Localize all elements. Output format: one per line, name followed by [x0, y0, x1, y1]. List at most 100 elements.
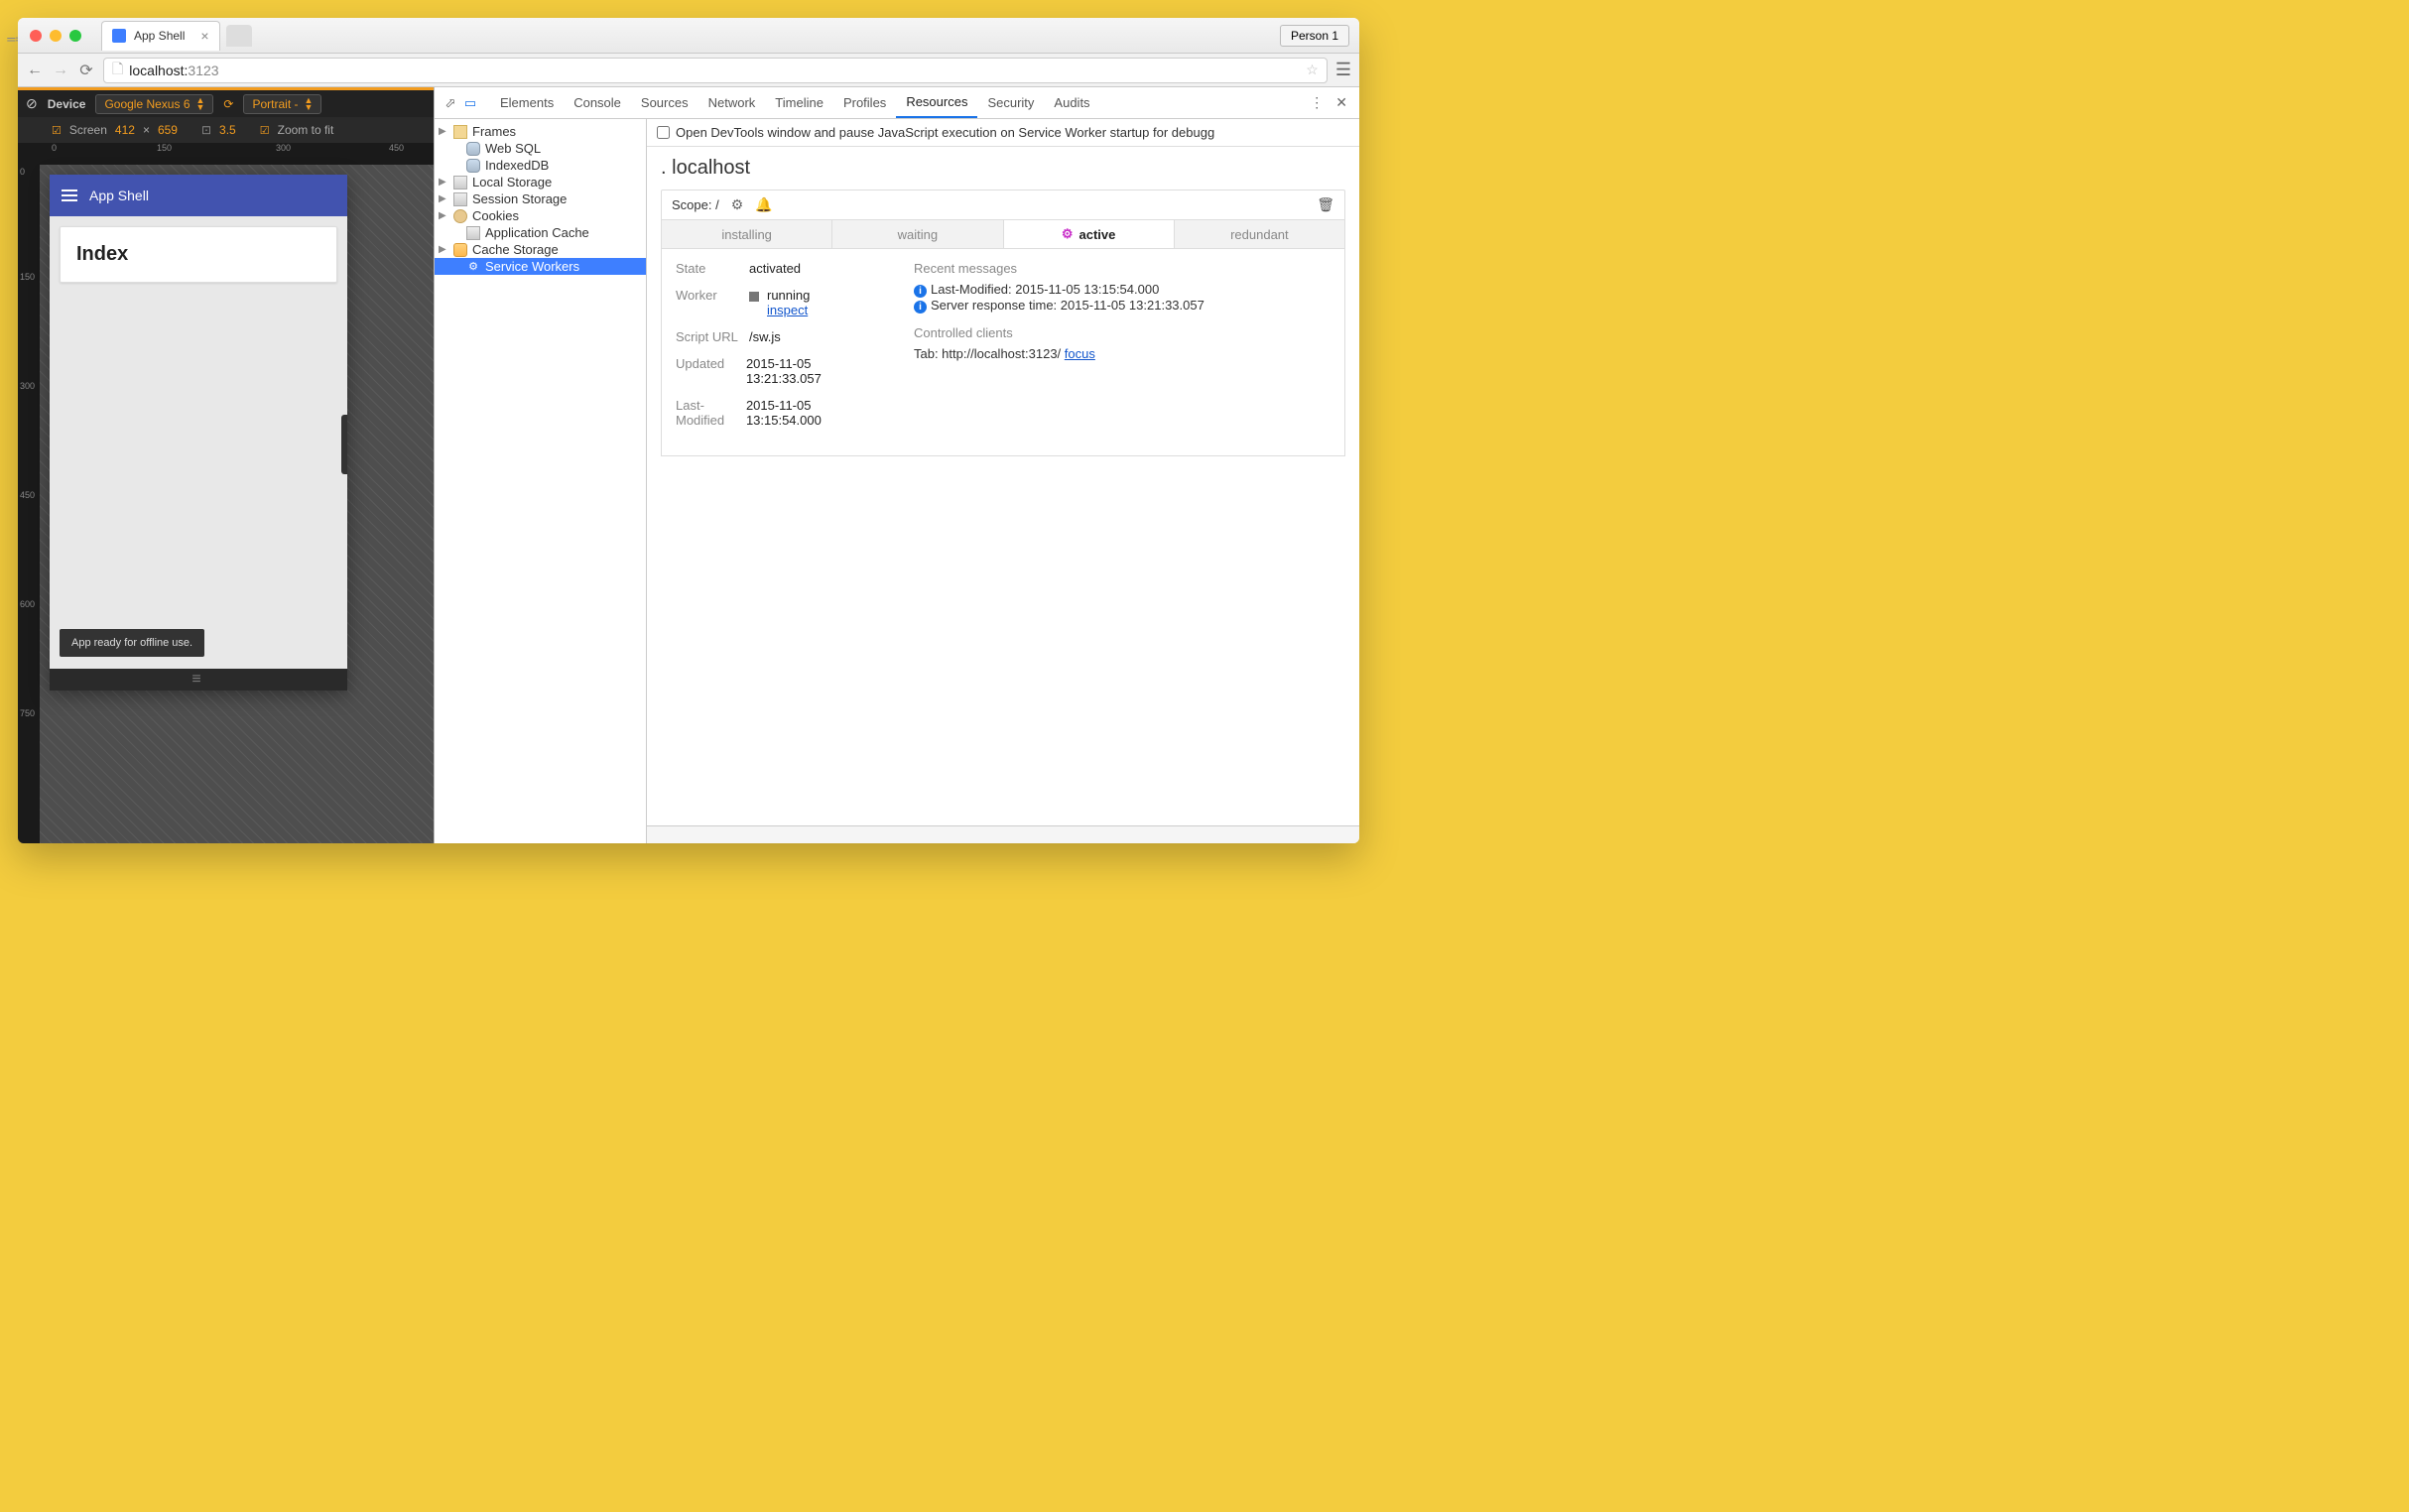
- profile-button[interactable]: Person 1: [1280, 25, 1349, 47]
- tab-resources[interactable]: Resources: [896, 87, 977, 118]
- tree-item-indexeddb[interactable]: IndexedDB: [435, 157, 646, 174]
- trash-icon[interactable]: 🗑: [1317, 196, 1334, 213]
- hamburger-icon[interactable]: [62, 189, 77, 201]
- app-header: App Shell: [50, 175, 347, 216]
- focus-link[interactable]: focus: [1065, 346, 1095, 361]
- tab-timeline[interactable]: Timeline: [765, 87, 833, 118]
- horizontal-ruler: 0 150 300 450: [18, 143, 434, 165]
- network-waterfall-icon[interactable]: ≕: [18, 32, 19, 48]
- back-button[interactable]: ←: [26, 62, 44, 79]
- device-mode-pane: ⊘ Device Google Nexus 6 ▲▼ ⟳ Portrait - …: [18, 87, 435, 843]
- grid-icon: [453, 192, 467, 206]
- no-entry-icon[interactable]: ⊘: [26, 95, 38, 112]
- worker-label: Worker: [676, 288, 749, 303]
- zoom-label: Zoom to fit: [278, 123, 334, 137]
- tab-security[interactable]: Security: [977, 87, 1044, 118]
- pause-on-start-row: Open DevTools window and pause JavaScrip…: [647, 119, 1359, 147]
- screen-bar: ≕ ☑ Screen 412 × 659 ⊡ 3.5 ☑ Zoom to fit: [18, 117, 434, 143]
- tab-console[interactable]: Console: [564, 87, 631, 118]
- sw-tab-active[interactable]: ⚙active: [1004, 220, 1175, 248]
- sw-detail-panel: Stateactivated Worker running inspect Sc…: [661, 249, 1345, 456]
- page-icon: 🗋: [112, 59, 123, 82]
- bookmark-icon[interactable]: ☆: [1306, 62, 1319, 78]
- tree-item-web-sql[interactable]: Web SQL: [435, 140, 646, 157]
- tree-item-application-cache[interactable]: Application Cache: [435, 224, 646, 241]
- tree-item-cookies[interactable]: ▶Cookies: [435, 207, 646, 224]
- screen-width[interactable]: 412: [115, 123, 135, 137]
- sw-tab-redundant[interactable]: redundant: [1175, 220, 1344, 248]
- sw-state-tabs: installing waiting ⚙active redundant: [661, 219, 1345, 249]
- device-label: Device: [48, 97, 86, 111]
- minimize-window-button[interactable]: [50, 30, 62, 42]
- tree-item-cache-storage[interactable]: ▶Cache Storage: [435, 241, 646, 258]
- tree-item-frames[interactable]: ▶Frames: [435, 123, 646, 140]
- lastmod-value: 2015-11-05 13:15:54.000: [746, 398, 884, 428]
- sw-tab-waiting[interactable]: waiting: [832, 220, 1003, 248]
- pause-checkbox[interactable]: [657, 126, 670, 139]
- device-bar: ⊘ Device Google Nexus 6 ▲▼ ⟳ Portrait - …: [18, 87, 434, 117]
- bell-icon[interactable]: 🔔: [755, 196, 772, 213]
- db-icon: [466, 142, 480, 156]
- zoom-checkbox[interactable]: ☑: [260, 124, 270, 137]
- address-bar[interactable]: 🗋 localhost:3123 ☆: [103, 58, 1328, 83]
- tab-elements[interactable]: Elements: [490, 87, 564, 118]
- tab-audits[interactable]: Audits: [1044, 87, 1099, 118]
- close-devtools-icon[interactable]: ✕: [1335, 94, 1347, 111]
- script-url-label: Script URL: [676, 329, 749, 344]
- tab-profiles[interactable]: Profiles: [833, 87, 896, 118]
- stop-icon[interactable]: [749, 292, 759, 302]
- cache-icon: [453, 243, 467, 257]
- recent-message: iServer response time: 2015-11-05 13:21:…: [914, 298, 1331, 314]
- tab-network[interactable]: Network: [698, 87, 766, 118]
- reload-button[interactable]: ⟳: [77, 61, 95, 80]
- screen-height[interactable]: 659: [158, 123, 178, 137]
- sw-origin: . localhost: [647, 147, 1359, 189]
- toast: App ready for offline use.: [60, 629, 204, 657]
- db-icon: [466, 159, 480, 173]
- tree-item-label: IndexedDB: [485, 158, 549, 173]
- window-controls: [18, 30, 93, 42]
- browser-tab[interactable]: App Shell ×: [101, 21, 220, 51]
- device-nav-bar: ≡: [50, 669, 347, 691]
- updated-value: 2015-11-05 13:21:33.057: [746, 356, 884, 386]
- more-icon[interactable]: ⋮: [1310, 94, 1324, 111]
- inspect-element-icon[interactable]: ⬀: [441, 95, 460, 111]
- info-icon: i: [914, 301, 927, 314]
- inspect-link[interactable]: inspect: [767, 303, 808, 317]
- tab-sources[interactable]: Sources: [631, 87, 698, 118]
- tree-item-label: Cache Storage: [472, 242, 559, 257]
- tree-item-label: Web SQL: [485, 141, 541, 156]
- tree-item-local-storage[interactable]: ▶Local Storage: [435, 174, 646, 190]
- gear-icon: ⚙: [466, 260, 480, 274]
- screen-checkbox[interactable]: ☑: [52, 124, 62, 137]
- rotate-icon[interactable]: ⟳: [223, 97, 233, 111]
- info-icon: i: [914, 285, 927, 298]
- close-tab-icon[interactable]: ×: [200, 28, 208, 44]
- content-card: Index: [60, 226, 337, 283]
- tree-item-session-storage[interactable]: ▶Session Storage: [435, 190, 646, 207]
- gear-icon: ⚙: [1062, 226, 1074, 242]
- chevron-updown-icon: ▲▼: [305, 97, 314, 111]
- folder-icon: [453, 125, 467, 139]
- tree-item-service-workers[interactable]: ⚙Service Workers: [435, 258, 646, 275]
- device-stage: App Shell Index App ready for offline us…: [40, 165, 434, 843]
- screen-label: Screen: [69, 123, 107, 137]
- dpr-icon: ⊡: [201, 123, 211, 137]
- orientation-select[interactable]: Portrait - ▲▼: [243, 94, 321, 114]
- tree-item-label: Cookies: [472, 208, 519, 223]
- window-titlebar: App Shell × Person 1: [18, 18, 1359, 54]
- maximize-window-button[interactable]: [69, 30, 81, 42]
- device-select[interactable]: Google Nexus 6 ▲▼: [95, 94, 213, 114]
- new-tab-button[interactable]: [226, 25, 252, 47]
- forward-button[interactable]: →: [52, 62, 69, 79]
- app-title: App Shell: [89, 188, 149, 203]
- close-window-button[interactable]: [30, 30, 42, 42]
- menu-icon[interactable]: ☰: [1335, 60, 1351, 80]
- gear-icon[interactable]: ⚙: [731, 196, 744, 213]
- sw-tab-installing[interactable]: installing: [662, 220, 832, 248]
- toggle-device-icon[interactable]: ▭: [460, 95, 480, 111]
- controlled-clients-label: Controlled clients: [914, 325, 1331, 340]
- scope-label: Scope: /: [672, 197, 719, 212]
- dpr-value[interactable]: 3.5: [219, 123, 236, 137]
- toolbar: ← → ⟳ 🗋 localhost:3123 ☆ ☰: [18, 54, 1359, 87]
